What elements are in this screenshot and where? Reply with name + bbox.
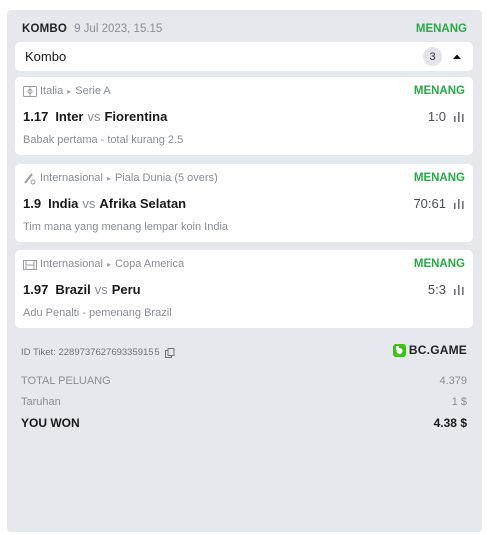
match-score: 5:3 bbox=[427, 281, 446, 297]
kombo-label: Kombo bbox=[25, 49, 67, 64]
penalty-icon bbox=[23, 258, 37, 270]
match-league: Copa America bbox=[115, 258, 185, 270]
vs-label: vs bbox=[82, 195, 96, 211]
bcgame-logo-icon bbox=[392, 343, 406, 357]
match-status: MENANG bbox=[413, 85, 465, 97]
bet-ticket: KOMBO 9 Jul 2023, 15.15 MENANG Kombo 3 I… bbox=[7, 10, 482, 532]
away-team: Fiorentina bbox=[104, 108, 168, 124]
stake-row: Taruhan 1 $ bbox=[21, 396, 467, 408]
ticket-header: KOMBO 9 Jul 2023, 15.15 MENANG bbox=[22, 19, 467, 39]
stats-icon[interactable] bbox=[453, 284, 465, 295]
ticket-status: MENANG bbox=[415, 23, 467, 35]
match-score: 1:0 bbox=[427, 108, 446, 124]
won-label: YOU WON bbox=[21, 416, 80, 430]
match-card: Italia ▸ Serie A MENANG 1.17 Inter vs Fi… bbox=[15, 77, 473, 155]
away-team: Afrika Selatan bbox=[99, 195, 187, 211]
separator-icon: ▸ bbox=[107, 173, 112, 183]
selection-count-badge: 3 bbox=[423, 47, 442, 66]
vs-label: vs bbox=[94, 281, 108, 297]
stats-icon[interactable] bbox=[453, 111, 465, 122]
brand-logo: BC.GAME bbox=[392, 343, 467, 357]
match-odds: 1.9 bbox=[23, 195, 42, 211]
match-odds: 1.17 bbox=[23, 108, 49, 124]
match-card: Internasional ▸ Copa America MENANG 1.97… bbox=[15, 250, 473, 328]
bet-type: KOMBO bbox=[22, 23, 68, 35]
match-league: Piala Dunia (5 overs) bbox=[115, 172, 218, 184]
match-country: Italia bbox=[40, 85, 64, 97]
stats-icon[interactable] bbox=[453, 198, 465, 209]
stake-label: Taruhan bbox=[21, 396, 61, 408]
match-market: Adu Penalti - pemenang Brazil bbox=[23, 307, 172, 319]
separator-icon: ▸ bbox=[67, 86, 72, 96]
total-odds-value: 4.379 bbox=[439, 375, 467, 387]
cricket-icon bbox=[23, 172, 37, 184]
kombo-toggle[interactable]: Kombo 3 bbox=[15, 42, 473, 71]
home-team: Brazil bbox=[55, 281, 91, 297]
total-odds-label: TOTAL PELUANG bbox=[21, 375, 111, 387]
match-country: Internasional bbox=[40, 172, 103, 184]
chevron-up-icon[interactable] bbox=[451, 51, 463, 63]
total-odds-row: TOTAL PELUANG 4.379 bbox=[21, 375, 467, 387]
home-team: Inter bbox=[55, 108, 84, 124]
match-status: MENANG bbox=[413, 172, 465, 184]
vs-label: vs bbox=[87, 108, 101, 124]
ticket-id: ID Tiket: 228973762769335915 5 bbox=[21, 347, 175, 358]
bet-datetime: 9 Jul 2023, 15.15 bbox=[74, 23, 163, 35]
away-team: Peru bbox=[111, 281, 141, 297]
football-icon bbox=[23, 85, 37, 97]
ticket-id-text: ID Tiket: 228973762769335915 5 bbox=[21, 347, 160, 358]
home-team: India bbox=[48, 195, 79, 211]
match-card: Internasional ▸ Piala Dunia (5 overs) ME… bbox=[15, 164, 473, 242]
match-league: Serie A bbox=[75, 85, 111, 97]
match-status: MENANG bbox=[413, 258, 465, 270]
won-value: 4.38 $ bbox=[433, 416, 467, 430]
match-market: Tim mana yang menang lempar koin India bbox=[23, 221, 229, 233]
match-market: Babak pertama - total kurang 2.5 bbox=[23, 134, 184, 146]
match-odds: 1.97 bbox=[23, 281, 49, 297]
copy-icon[interactable] bbox=[164, 347, 175, 358]
match-country: Internasional bbox=[40, 258, 103, 270]
won-row: YOU WON 4.38 $ bbox=[21, 416, 467, 430]
match-score: 70:61 bbox=[413, 195, 446, 211]
brand-name: BC.GAME bbox=[408, 343, 467, 357]
separator-icon: ▸ bbox=[107, 259, 112, 269]
stake-value: 1 $ bbox=[451, 396, 467, 408]
